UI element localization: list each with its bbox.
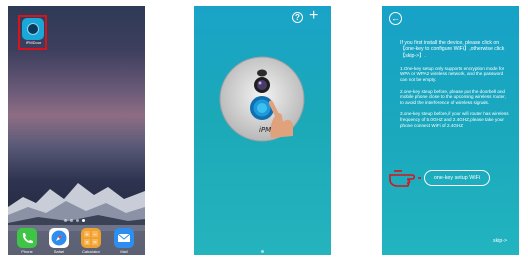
back-icon[interactable]: ← [389,12,402,25]
note-2: 2.one-key steup before, please put the d… [400,88,506,105]
svg-text:+: + [85,232,89,238]
add-device-icon[interactable]: + [309,8,318,24]
page-dot [261,250,264,253]
note-3: 3.one-key steup before,if your wifi rout… [400,111,509,128]
intro-text: If you first install the device, please … [400,40,505,59]
brand-label: iPM [259,126,271,134]
phone-icon [17,228,37,248]
svg-text:×: × [85,240,89,246]
app-home-screen: ? + iPM [194,6,331,255]
mountains-wallpaper [8,183,145,231]
svg-text:−: − [93,232,97,238]
safari-icon [49,228,69,248]
page-indicator [64,219,85,222]
help-icon[interactable]: ? [292,12,303,23]
note-1: 1.One-key setup only supports encryption… [400,65,505,83]
setup-instructions: If you first install the device, please … [400,40,510,134]
dock-mail[interactable]: Mail [112,228,136,254]
svg-text:=: = [93,240,97,246]
home-screen: iPMDoor Phone Safari +−×= Calculator [8,6,145,255]
dock: Phone Safari + − × = Calculator Mail [8,225,145,255]
app-icon-label: iPMDoor [25,40,42,45]
skip-link[interactable]: skip-> [493,238,507,244]
dock-safari[interactable]: Safari [47,228,71,254]
mail-icon [114,228,134,248]
calculator-icon: + − × = [81,228,101,248]
one-key-setup-wifi-button[interactable]: one-key setup WiFi [424,170,490,186]
doorbell-button[interactable]: iPM [219,56,305,142]
dock-phone[interactable]: Phone [15,228,39,254]
setup-guide-screen: ← If you first install the device, pleas… [382,6,519,255]
dock-calculator[interactable]: + − × = Calculator [79,228,103,254]
pointing-hand-icon [389,170,421,187]
